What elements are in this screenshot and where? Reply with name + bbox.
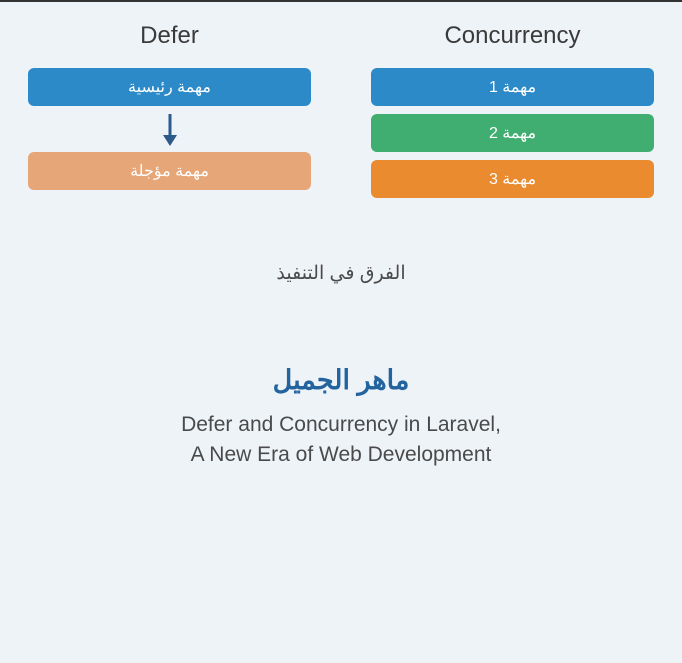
subtitle: Defer and Concurrency in Laravel, A New … bbox=[28, 410, 654, 471]
concurrency-task-1: مهمة 1 bbox=[371, 68, 654, 106]
concurrency-task-3: مهمة 3 bbox=[371, 160, 654, 198]
defer-column: Defer مهمة رئيسية مهمة مؤجلة bbox=[28, 22, 311, 206]
arrow-down-icon bbox=[28, 112, 311, 148]
difference-label: الفرق في التنفيذ bbox=[28, 262, 654, 285]
defer-main-task: مهمة رئيسية bbox=[28, 68, 311, 106]
defer-deferred-task: مهمة مؤجلة bbox=[28, 152, 311, 190]
defer-title: Defer bbox=[140, 22, 199, 50]
author-name: ماهر الجميل bbox=[28, 365, 654, 396]
subtitle-line-1: Defer and Concurrency in Laravel, bbox=[181, 413, 501, 436]
subtitle-line-2: A New Era of Web Development bbox=[191, 443, 492, 466]
concurrency-column: Concurrency مهمة 1 مهمة 2 مهمة 3 bbox=[371, 22, 654, 206]
concurrency-title: Concurrency bbox=[444, 22, 580, 50]
concurrency-task-2: مهمة 2 bbox=[371, 114, 654, 152]
columns-wrapper: Defer مهمة رئيسية مهمة مؤجلة Concurrency… bbox=[28, 22, 654, 206]
diagram-container: Defer مهمة رئيسية مهمة مؤجلة Concurrency… bbox=[0, 0, 682, 663]
